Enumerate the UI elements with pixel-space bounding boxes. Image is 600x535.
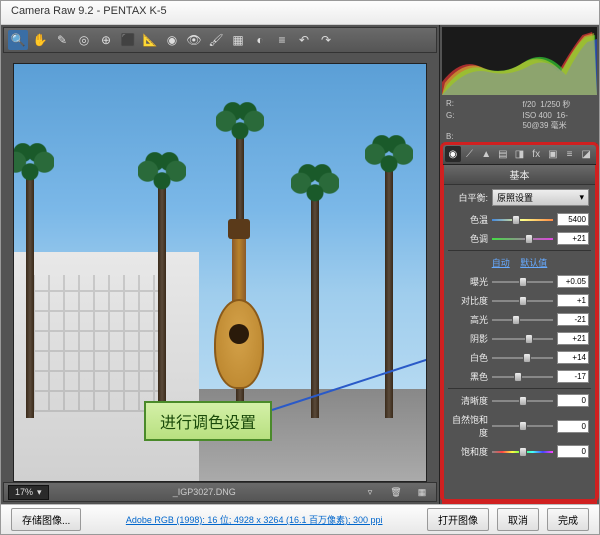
chevron-down-icon: ▾ — [37, 487, 42, 498]
tint-label: 色调 — [450, 232, 488, 245]
saturation-slider[interactable] — [492, 446, 553, 458]
exposure-label: 曝光 — [450, 275, 488, 288]
saturation-label: 饱和度 — [450, 445, 488, 458]
zoom-level[interactable]: 17% ▾ — [8, 485, 49, 500]
main-toolbar: 🔍 ✋ ✎ ◎ ⊕ ⬛ 📐 ◉ 👁 🖌 ▦ ◐ ≡ ↶ ↷ — [3, 27, 437, 53]
auto-link[interactable]: 自动 — [492, 258, 510, 268]
tint-value[interactable] — [557, 232, 589, 245]
whites-value[interactable] — [557, 351, 589, 364]
save-button[interactable]: 存储图像... — [11, 508, 81, 531]
contrast-value[interactable] — [557, 294, 589, 307]
done-button[interactable]: 完成 — [547, 508, 589, 531]
zoom-icon[interactable]: 🔍 — [8, 30, 28, 50]
window-title: Camera Raw 9.2 - PENTAX K-5 — [1, 1, 599, 25]
exposure-slider[interactable] — [492, 276, 553, 288]
wb-label: 白平衡: — [450, 191, 488, 204]
tab-hsl-icon[interactable]: ▤ — [495, 146, 511, 162]
workflow-link[interactable]: Adobe RGB (1998): 16 位; 4928 x 3264 (16.… — [89, 513, 419, 526]
tab-calib-icon[interactable]: ≡ — [562, 146, 578, 162]
rotate-left-icon[interactable]: ↶ — [294, 30, 314, 50]
radial-icon[interactable]: ◐ — [250, 30, 270, 50]
image-preview-area[interactable]: 进行调色设置 — [3, 53, 437, 482]
tab-lens-icon[interactable]: fx — [528, 146, 544, 162]
sampler-icon[interactable]: ◎ — [74, 30, 94, 50]
tab-split-icon[interactable]: ◨ — [512, 146, 528, 162]
gradient-icon[interactable]: ▦ — [228, 30, 248, 50]
spot-icon[interactable]: ◉ — [162, 30, 182, 50]
highlights-label: 高光 — [450, 313, 488, 326]
status-bar: 17% ▾ _IGP3027.DNG ▿ 🗑 ▦ — [3, 482, 437, 502]
tab-presets-icon[interactable]: ◪ — [578, 146, 594, 162]
contrast-label: 对比度 — [450, 294, 488, 307]
vibrance-value[interactable] — [557, 420, 589, 433]
shadows-label: 阴影 — [450, 332, 488, 345]
histogram[interactable] — [442, 27, 597, 95]
panel-title: 基本 — [444, 165, 595, 185]
straighten-icon[interactable]: 📐 — [140, 30, 160, 50]
vibrance-label: 自然饱和度 — [450, 413, 488, 439]
tab-effects-icon[interactable]: ▣ — [545, 146, 561, 162]
highlights-value[interactable] — [557, 313, 589, 326]
saturation-value[interactable] — [557, 445, 589, 458]
eyedropper-icon[interactable]: ✎ — [52, 30, 72, 50]
open-button[interactable]: 打开图像 — [427, 508, 489, 531]
default-link[interactable]: 默认值 — [520, 258, 547, 268]
whites-slider[interactable] — [492, 352, 553, 364]
blacks-value[interactable] — [557, 370, 589, 383]
redeye-icon[interactable]: 👁 — [184, 30, 204, 50]
clarity-label: 清晰度 — [450, 394, 488, 407]
vibrance-slider[interactable] — [492, 420, 553, 432]
clarity-slider[interactable] — [492, 395, 553, 407]
tab-basic-icon[interactable]: ◉ — [445, 146, 461, 162]
filename-label: _IGP3027.DNG — [55, 487, 354, 497]
clarity-value[interactable] — [557, 394, 589, 407]
contrast-slider[interactable] — [492, 295, 553, 307]
blacks-slider[interactable] — [492, 371, 553, 383]
tab-detail-icon[interactable]: ▲ — [478, 146, 494, 162]
annotation-callout: 进行调色设置 — [144, 401, 272, 441]
footer-bar: 存储图像... Adobe RGB (1998): 16 位; 4928 x 3… — [1, 504, 599, 534]
rotate-right-icon[interactable]: ↷ — [316, 30, 336, 50]
blacks-label: 黑色 — [450, 370, 488, 383]
grid-icon[interactable]: ▦ — [412, 482, 432, 502]
crop-icon[interactable]: ⬛ — [118, 30, 138, 50]
basic-panel: 基本 白平衡: 原照设置▾ 色温 色调 — [442, 165, 597, 504]
hand-icon[interactable]: ✋ — [30, 30, 50, 50]
temp-label: 色温 — [450, 213, 488, 226]
filter-icon[interactable]: ▿ — [360, 482, 380, 502]
temp-value[interactable] — [557, 213, 589, 226]
temp-slider[interactable] — [492, 214, 553, 226]
brush-icon[interactable]: 🖌 — [206, 30, 226, 50]
tint-slider[interactable] — [492, 233, 553, 245]
shadows-value[interactable] — [557, 332, 589, 345]
trash-icon[interactable]: 🗑 — [386, 482, 406, 502]
wb-dropdown[interactable]: 原照设置▾ — [492, 189, 589, 206]
prefs-icon[interactable]: ≡ — [272, 30, 292, 50]
cancel-button[interactable]: 取消 — [497, 508, 539, 531]
whites-label: 白色 — [450, 351, 488, 364]
tab-curve-icon[interactable]: ⟋ — [462, 146, 478, 162]
chevron-down-icon: ▾ — [579, 192, 584, 203]
target-icon[interactable]: ⊕ — [96, 30, 116, 50]
adjustment-tabs: ◉ ⟋ ▲ ▤ ◨ fx ▣ ≡ ◪ — [442, 143, 597, 165]
exposure-value[interactable] — [557, 275, 589, 288]
highlights-slider[interactable] — [492, 314, 553, 326]
shadows-slider[interactable] — [492, 333, 553, 345]
preview-image: 进行调色设置 — [13, 63, 427, 482]
image-metadata: R:f/20 1/250 秒 G:ISO 400 16-50@39 毫米 B: — [440, 97, 599, 143]
